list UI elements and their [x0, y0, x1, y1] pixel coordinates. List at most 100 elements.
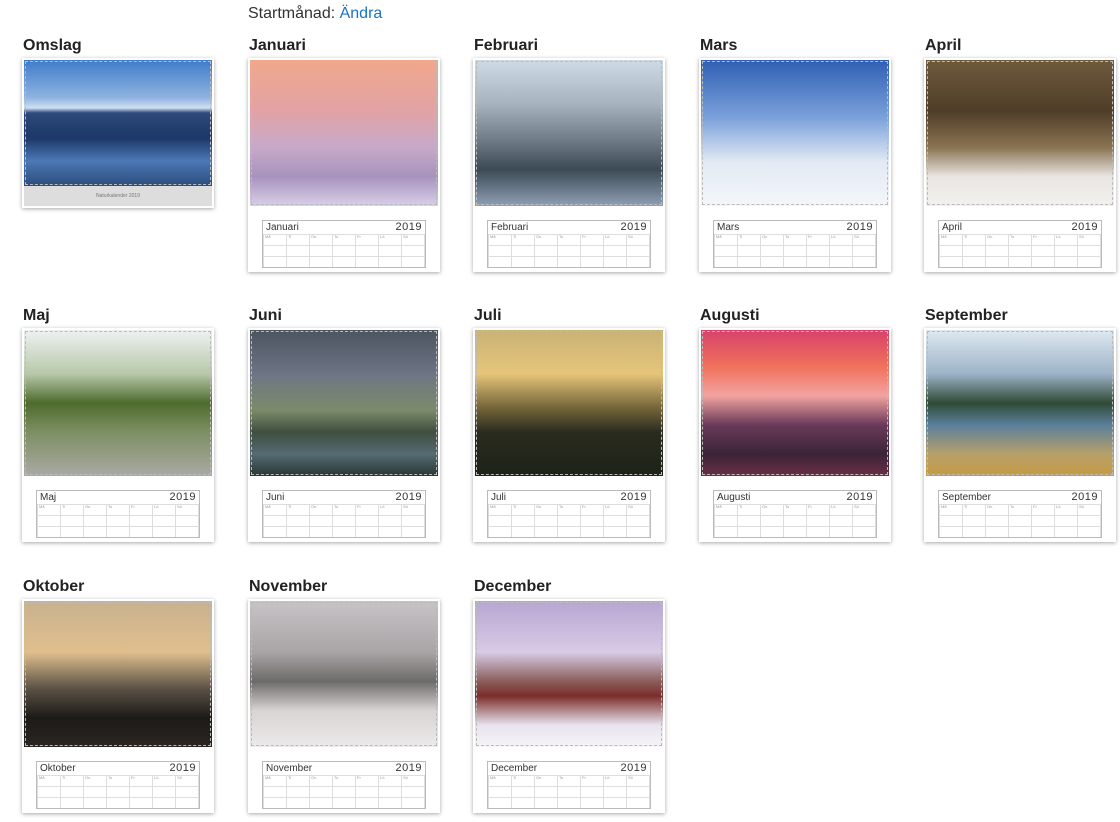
weekday-label: To: [1010, 504, 1015, 509]
weekday-header: Må Ti On To Fr Lö Sö: [488, 504, 650, 512]
weekday-label: Ti: [739, 504, 743, 509]
weekday-header: Må Ti On To Fr Lö Sö: [37, 504, 199, 512]
weekday-label: Lö: [154, 504, 159, 509]
month-grid: November 2019 Må Ti On To Fr Lö Sö: [262, 761, 426, 809]
tile-title: Omslag: [23, 37, 82, 54]
weekday-label: To: [108, 504, 113, 509]
calendar-tile-augusti: Augusti Augusti 2019 Må Ti On To Fr Lö Sö: [699, 306, 891, 542]
month-page[interactable]: November 2019 Må Ti On To Fr Lö Sö: [248, 599, 440, 813]
weekday-label: Ti: [739, 234, 743, 239]
grid-year: 2019: [395, 491, 422, 503]
page-photo[interactable]: [926, 60, 1114, 206]
weekday-label: On: [762, 504, 768, 509]
tile-title: Januari: [249, 37, 306, 54]
weekday-header: Må Ti On To Fr Lö Sö: [939, 234, 1101, 242]
weekday-label: Sö: [403, 234, 408, 239]
weekday-header: Må Ti On To Fr Lö Sö: [37, 775, 199, 783]
tile-title: Februari: [474, 37, 539, 54]
grid-month-name: December: [491, 763, 538, 774]
month-page[interactable]: Januari 2019 Må Ti On To Fr Lö Sö: [248, 58, 440, 272]
weekday-label: Må: [941, 234, 947, 239]
weekday-label: Sö: [854, 504, 859, 509]
weekday-label: Ti: [513, 234, 517, 239]
month-page[interactable]: Mars 2019 Må Ti On To Fr Lö Sö: [699, 58, 891, 272]
grid-month-name: April: [942, 222, 963, 233]
weekday-label: Sö: [628, 234, 633, 239]
page-photo[interactable]: [926, 330, 1114, 476]
weekday-label: Fr: [357, 234, 361, 239]
month-grid: Maj 2019 Må Ti On To Fr Lö Sö: [36, 490, 200, 538]
change-start-month-link[interactable]: Ändra: [340, 5, 383, 22]
cover-page[interactable]: Naturkalender 2019: [22, 58, 214, 208]
weekday-label: To: [334, 775, 339, 780]
weekday-label: Fr: [808, 234, 812, 239]
weekday-header: Må Ti On To Fr Lö Sö: [714, 504, 876, 512]
month-page[interactable]: Februari 2019 Må Ti On To Fr Lö Sö: [473, 58, 665, 272]
weekday-header: Må Ti On To Fr Lö Sö: [263, 504, 425, 512]
page-photo[interactable]: [475, 601, 663, 747]
weekday-label: Må: [39, 775, 45, 780]
grid-month-name: Oktober: [40, 763, 76, 774]
page-photo[interactable]: [250, 60, 438, 206]
grid-month-name: Juli: [491, 492, 507, 503]
month-grid: December 2019 Må Ti On To Fr Lö Sö: [487, 761, 651, 809]
grid-year: 2019: [846, 491, 873, 503]
tile-title: Oktober: [23, 578, 85, 595]
start-month-bar: Startmånad: Ändra: [248, 5, 382, 23]
grid-year: 2019: [620, 762, 647, 774]
weekday-label: To: [559, 775, 564, 780]
calendar-tile-september: September September 2019 Må Ti On To Fr Lö Sö: [924, 306, 1116, 542]
month-page[interactable]: Augusti 2019 Må Ti On To Fr Lö Sö: [699, 328, 891, 542]
tile-title: September: [925, 307, 1008, 324]
grid-month-name: Juni: [266, 492, 285, 503]
grid-year: 2019: [395, 221, 422, 233]
weekday-label: To: [108, 775, 113, 780]
weekday-header: Må Ti On To Fr Lö Sö: [263, 234, 425, 242]
month-page[interactable]: Juni 2019 Må Ti On To Fr Lö Sö: [248, 328, 440, 542]
grid-month-name: Februari: [491, 222, 529, 233]
month-page[interactable]: September 2019 Må Ti On To Fr Lö Sö: [924, 328, 1116, 542]
page-photo[interactable]: [250, 601, 438, 747]
weekday-label: Fr: [131, 775, 135, 780]
month-grid: Februari 2019 Må Ti On To Fr Lö Sö: [487, 220, 651, 268]
month-page[interactable]: December 2019 Må Ti On To Fr Lö Sö: [473, 599, 665, 813]
calendar-tile-april: April April 2019 Må Ti On To Fr Lö Sö: [924, 36, 1116, 272]
weekday-label: Lö: [380, 775, 385, 780]
grid-year: 2019: [846, 221, 873, 233]
weekday-label: Må: [716, 234, 722, 239]
weekday-label: On: [311, 504, 317, 509]
weekday-label: To: [785, 504, 790, 509]
month-page[interactable]: April 2019 Må Ti On To Fr Lö Sö: [924, 58, 1116, 272]
month-page[interactable]: Juli 2019 Må Ti On To Fr Lö Sö: [473, 328, 665, 542]
page-photo[interactable]: [24, 330, 212, 476]
weekday-label: To: [334, 234, 339, 239]
month-page[interactable]: Maj 2019 Må Ti On To Fr Lö Sö: [22, 328, 214, 542]
weekday-label: Lö: [1056, 234, 1061, 239]
weekday-header: Må Ti On To Fr Lö Sö: [263, 775, 425, 783]
page-photo[interactable]: [701, 60, 889, 206]
calendar-tile-oktober: Oktober Oktober 2019 Må Ti On To Fr Lö Sö: [22, 577, 214, 813]
weekday-label: On: [536, 234, 542, 239]
weekday-label: Fr: [582, 504, 586, 509]
page-photo[interactable]: [475, 330, 663, 476]
grid-month-name: Mars: [717, 222, 740, 233]
tile-title: April: [925, 37, 962, 54]
weekday-label: To: [559, 234, 564, 239]
weekday-label: Må: [941, 504, 947, 509]
weekday-label: Fr: [582, 234, 586, 239]
weekday-label: Ti: [288, 234, 292, 239]
month-page[interactable]: Oktober 2019 Må Ti On To Fr Lö Sö: [22, 599, 214, 813]
weekday-label: Må: [265, 234, 271, 239]
month-grid: September 2019 Må Ti On To Fr Lö Sö: [938, 490, 1102, 538]
page-photo[interactable]: [475, 60, 663, 206]
weekday-label: Lö: [380, 234, 385, 239]
calendar-tile-november: November November 2019 Må Ti On To Fr Lö Sö: [248, 577, 440, 813]
page-photo[interactable]: [701, 330, 889, 476]
page-photo[interactable]: [24, 60, 212, 186]
weekday-label: On: [987, 234, 993, 239]
weekday-label: To: [559, 504, 564, 509]
page-photo[interactable]: [250, 330, 438, 476]
weekday-label: On: [536, 504, 542, 509]
weekday-label: Ti: [288, 775, 292, 780]
page-photo[interactable]: [24, 601, 212, 747]
